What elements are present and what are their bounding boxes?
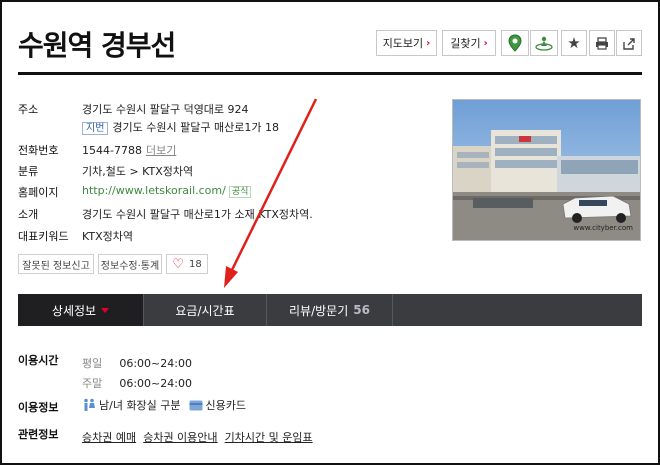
- photo-watermark: www.cityber.com: [573, 224, 633, 232]
- page-title: 수원역 경부선: [18, 29, 176, 62]
- homepage-link[interactable]: http://www.letskorail.com/: [82, 184, 226, 197]
- keyword-label: 대표키워드: [18, 230, 69, 243]
- facility-row: 남/녀 화장실 구분 신용카드: [82, 397, 246, 413]
- related-link-reservation[interactable]: 승차권 예매: [82, 431, 136, 444]
- keyword-value: KTX정차역: [82, 230, 133, 243]
- credit-card-text: 신용카드: [205, 399, 247, 412]
- jibun-address-row: 지번 경기도 수원시 팔달구 매산로1가 18: [82, 119, 279, 135]
- related-link-guide[interactable]: 승차권 이용안내: [143, 431, 217, 444]
- directions-label: 길찾기: [450, 37, 481, 50]
- chevron-right-icon: ›: [483, 37, 488, 49]
- directions-button[interactable]: 길찾기 ›: [442, 30, 496, 56]
- map-pin-icon: [508, 34, 522, 52]
- weekday-row: 평일 06:00~24:00: [82, 352, 192, 371]
- weekday-time: 06:00~24:00: [119, 357, 192, 370]
- homepage-label: 홈페이지: [18, 186, 59, 199]
- related-links: 승차권 예매 승차권 이용안내 기차시간 및 운임표: [82, 426, 313, 445]
- weekend-label: 주말: [82, 377, 103, 390]
- map-view-button[interactable]: 지도보기 ›: [376, 30, 437, 56]
- tab-details[interactable]: 상세정보: [18, 294, 143, 326]
- hours-label: 이용시간: [18, 354, 59, 367]
- restroom-text: 남/녀 화장실 구분: [99, 399, 181, 412]
- station-photo[interactable]: www.cityber.com: [452, 99, 641, 241]
- facility-label: 이용정보: [18, 401, 59, 414]
- related-label: 관련정보: [18, 428, 59, 441]
- tab-details-label: 상세정보: [51, 303, 97, 318]
- phone-value: 1544-7788: [82, 144, 142, 157]
- share-icon: [623, 37, 635, 50]
- edit-info-button[interactable]: 정보수정·통계: [98, 254, 162, 274]
- tab-divider: [392, 294, 393, 326]
- map-pin-button[interactable]: [501, 30, 529, 56]
- credit-card-icon: [189, 400, 203, 410]
- report-error-button[interactable]: 잘못된 정보신고: [18, 254, 94, 274]
- title-divider: [18, 72, 642, 75]
- caret-down-icon: [101, 307, 110, 313]
- phone-more-link[interactable]: 더보기: [146, 144, 176, 157]
- related-link-timetable[interactable]: 기차시간 및 운임표: [225, 431, 313, 444]
- intro-label: 소개: [18, 208, 39, 221]
- print-icon: [596, 36, 608, 50]
- station-photo-image: www.cityber.com: [453, 100, 640, 240]
- reviews-count: 56: [353, 303, 370, 317]
- weekend-row: 주말 06:00~24:00: [82, 372, 192, 391]
- street-view-button[interactable]: [530, 30, 558, 56]
- phone-label: 전화번호: [18, 144, 59, 157]
- official-badge: 공식: [228, 186, 252, 198]
- favorite-button[interactable]: ★: [561, 30, 587, 56]
- like-count: 18: [188, 258, 202, 270]
- star-icon: ★: [567, 34, 581, 52]
- intro-value: 경기도 수원시 팔달구 매산로1가 소재 KTX정차역.: [82, 208, 313, 221]
- map-view-label: 지도보기: [382, 37, 424, 50]
- tab-fares-label: 요금/시간표: [175, 303, 235, 318]
- tab-reviews-label: 리뷰/방문기: [289, 303, 349, 318]
- address-label: 주소: [18, 103, 39, 116]
- weekend-time: 06:00~24:00: [119, 377, 192, 390]
- heart-icon: ♡: [172, 256, 184, 272]
- print-button[interactable]: [589, 30, 615, 56]
- report-error-label: 잘못된 정보신고: [22, 260, 90, 272]
- phone-row: 1544-7788 더보기: [82, 142, 176, 158]
- homepage-row: http://www.letskorail.com/공식: [82, 184, 252, 198]
- chevron-right-icon: ›: [426, 37, 431, 49]
- jibun-address-value: 경기도 수원시 팔달구 매산로1가 18: [112, 121, 279, 134]
- weekday-label: 평일: [82, 357, 103, 370]
- share-button[interactable]: [616, 30, 642, 56]
- edit-info-label: 정보수정·통계: [100, 260, 160, 272]
- category-label: 분류: [18, 165, 39, 178]
- jibun-tag: 지번: [82, 122, 109, 135]
- like-button[interactable]: ♡ 18: [166, 254, 208, 274]
- tab-fares-timetable[interactable]: 요금/시간표: [144, 294, 266, 326]
- category-value: 기차,철도 > KTX정차역: [82, 165, 194, 178]
- restroom-icon: [84, 398, 95, 411]
- tab-reviews[interactable]: 리뷰/방문기 56: [267, 294, 392, 326]
- address-value: 경기도 수원시 팔달구 덕영대로 924: [82, 103, 249, 116]
- street-view-icon: [535, 36, 553, 51]
